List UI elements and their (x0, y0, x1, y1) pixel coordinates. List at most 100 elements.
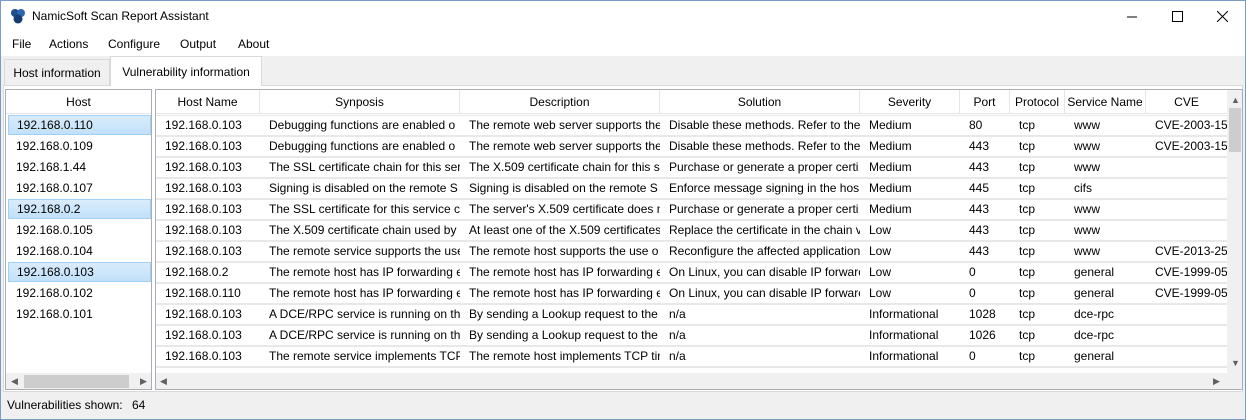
table-cell: CVE-2003-156 (1155, 118, 1227, 132)
table-cell: The remote host implements TCP tin (469, 349, 660, 363)
table-cell: Reconfigure the affected application (669, 244, 860, 258)
table-cell: 192.168.0.103 (165, 202, 242, 216)
table-cell: tcp (1019, 349, 1036, 363)
scrollbar-thumb[interactable] (24, 375, 129, 388)
table-cell: www (1074, 139, 1100, 153)
table-row[interactable]: 192.168.0.110 The remote host has IP forw… (156, 283, 1227, 304)
menu-output[interactable]: Output (180, 37, 216, 51)
table-cell: On Linux, you can disable IP forwarc (669, 286, 860, 300)
scroll-left-icon[interactable]: ◀ (160, 376, 167, 387)
table-cell: 192.168.0.103 (165, 244, 242, 258)
table-cell: 1026 (969, 328, 996, 342)
table-cell: 192.168.0.2 (165, 265, 229, 279)
host-list-item[interactable]: 192.168.0.104 (8, 241, 151, 261)
table-row[interactable]: 192.168.0.103 The remote service implemen… (156, 346, 1227, 367)
host-list-item[interactable]: 192.168.0.2 (8, 199, 151, 219)
table-cell: 192.168.0.103 (165, 118, 242, 132)
column-header[interactable]: Protocol (1010, 90, 1065, 114)
table-cell: Signing is disabled on the remote S (469, 181, 658, 195)
minimize-button[interactable] (1109, 1, 1155, 32)
table-cell: n/a (669, 349, 686, 363)
host-list-item[interactable]: 192.168.0.107 (8, 178, 151, 198)
menu-bar: File Actions Configure Output About (1, 32, 1245, 56)
table-cell: The X.509 certificate chain used by t (269, 223, 460, 237)
table-cell: tcp (1019, 139, 1036, 153)
scrollbar-thumb[interactable] (1229, 108, 1241, 152)
maximize-button[interactable] (1154, 1, 1200, 32)
menu-file[interactable]: File (12, 37, 31, 51)
table-row[interactable]: 192.168.0.103 The remote service supports… (156, 241, 1227, 262)
table-row[interactable]: 192.168.0.103 Signing is disabled on the … (156, 178, 1227, 199)
scroll-down-icon[interactable]: ▼ (1231, 358, 1240, 368)
table-cell: 445 (969, 181, 990, 195)
table-cell: The SSL certificate chain for this ser (269, 160, 460, 174)
table-cell: The remote service supports the use (269, 244, 460, 258)
host-list-item[interactable]: 192.168.1.44 (8, 157, 151, 177)
table-cell: 192.168.0.103 (165, 181, 242, 195)
scroll-right-icon[interactable]: ▶ (1213, 376, 1220, 387)
column-header[interactable]: Service Name (1065, 90, 1146, 114)
grid-horizontal-scrollbar[interactable]: ◀ ▶ (156, 373, 1227, 389)
table-row[interactable]: 192.168.0.103 A DCE/RPC service is runnin… (156, 325, 1227, 346)
host-list-item[interactable]: 192.168.0.103 (8, 262, 151, 282)
scroll-right-icon[interactable]: ▶ (140, 376, 147, 387)
table-cell: Disable these methods. Refer to the (669, 118, 860, 132)
host-list-item[interactable]: 192.168.0.105 (8, 220, 151, 240)
status-bar: Vulnerabilities shown: 64 (1, 393, 1245, 419)
table-cell: Informational (869, 328, 939, 342)
tab-vulnerability-information[interactable]: Vulnerability information (110, 56, 262, 86)
table-row[interactable]: 192.168.0.2 The remote host has IP forwar… (156, 262, 1227, 283)
host-list: Host 192.168.0.110 192.168.0.109 192.168… (5, 89, 152, 390)
table-row[interactable]: 192.168.0.103 A DCE/RPC service is runnin… (156, 304, 1227, 325)
table-cell: Low (869, 286, 892, 300)
app-logo-icon (11, 9, 25, 24)
host-list-item[interactable]: 192.168.0.110 (8, 115, 151, 135)
table-cell: tcp (1019, 244, 1036, 258)
table-row[interactable]: 192.168.0.103 The SSL certificate for thi… (156, 199, 1227, 220)
minimize-icon (1127, 16, 1137, 17)
tab-host-information[interactable]: Host information (4, 59, 110, 85)
host-list-item[interactable]: 192.168.0.102 (8, 283, 151, 303)
close-button[interactable] (1199, 1, 1245, 32)
table-cell: The remote host has IP forwarding e (269, 286, 460, 300)
column-header[interactable]: Description (460, 90, 660, 114)
table-cell: Enforce message signing in the hos (669, 181, 860, 195)
table-cell: 443 (969, 202, 990, 216)
table-cell: n/a (669, 307, 686, 321)
host-list-item[interactable]: 192.168.0.109 (8, 136, 151, 156)
column-header[interactable]: Severity (860, 90, 960, 114)
menu-configure[interactable]: Configure (108, 37, 160, 51)
grid-header: Host Name Synposis Description Solution … (156, 90, 1227, 114)
host-column-header[interactable]: Host (6, 90, 151, 114)
table-cell: dce-rpc (1074, 307, 1115, 321)
table-row[interactable]: 192.168.0.103 Debugging functions are ena… (156, 115, 1227, 136)
column-header[interactable]: Synposis (260, 90, 460, 114)
column-header[interactable]: Port (960, 90, 1010, 114)
table-cell: By sending a Lookup request to the (469, 328, 658, 342)
title-bar: NamicSoft Scan Report Assistant (1, 1, 1245, 32)
table-cell: tcp (1019, 307, 1036, 321)
grid-vertical-scrollbar[interactable]: ▲ ▼ (1227, 90, 1242, 373)
table-cell: Low (869, 223, 892, 237)
table-row[interactable]: 192.168.0.103 Debugging functions are ena… (156, 136, 1227, 157)
menu-about[interactable]: About (238, 37, 269, 51)
table-cell: Informational (869, 307, 939, 321)
table-row[interactable]: 192.168.0.103 The X.509 certificate chain… (156, 220, 1227, 241)
scroll-up-icon[interactable]: ▲ (1231, 95, 1240, 105)
table-cell: The remote host has IP forwarding e (469, 286, 660, 300)
scroll-left-icon[interactable]: ◀ (11, 376, 18, 387)
host-list-horizontal-scrollbar[interactable]: ◀ ▶ (6, 373, 151, 389)
column-header[interactable]: Solution (660, 90, 860, 114)
table-cell: The X.509 certificate chain for this s (469, 160, 660, 174)
menu-actions[interactable]: Actions (49, 37, 88, 51)
table-cell: 192.168.0.103 (165, 349, 242, 363)
table-cell: By sending a Lookup request to the (469, 307, 658, 321)
column-header[interactable]: Host Name (156, 90, 260, 114)
table-cell: Signing is disabled on the remote S (269, 181, 458, 195)
table-cell: tcp (1019, 202, 1036, 216)
host-list-item[interactable]: 192.168.0.101 (8, 304, 151, 324)
table-row[interactable]: 192.168.0.103 The SSL certificate chain f… (156, 157, 1227, 178)
app-window: NamicSoft Scan Report Assistant File Act… (0, 0, 1246, 420)
table-cell (1146, 179, 1227, 198)
column-header[interactable]: CVE (1146, 90, 1227, 114)
